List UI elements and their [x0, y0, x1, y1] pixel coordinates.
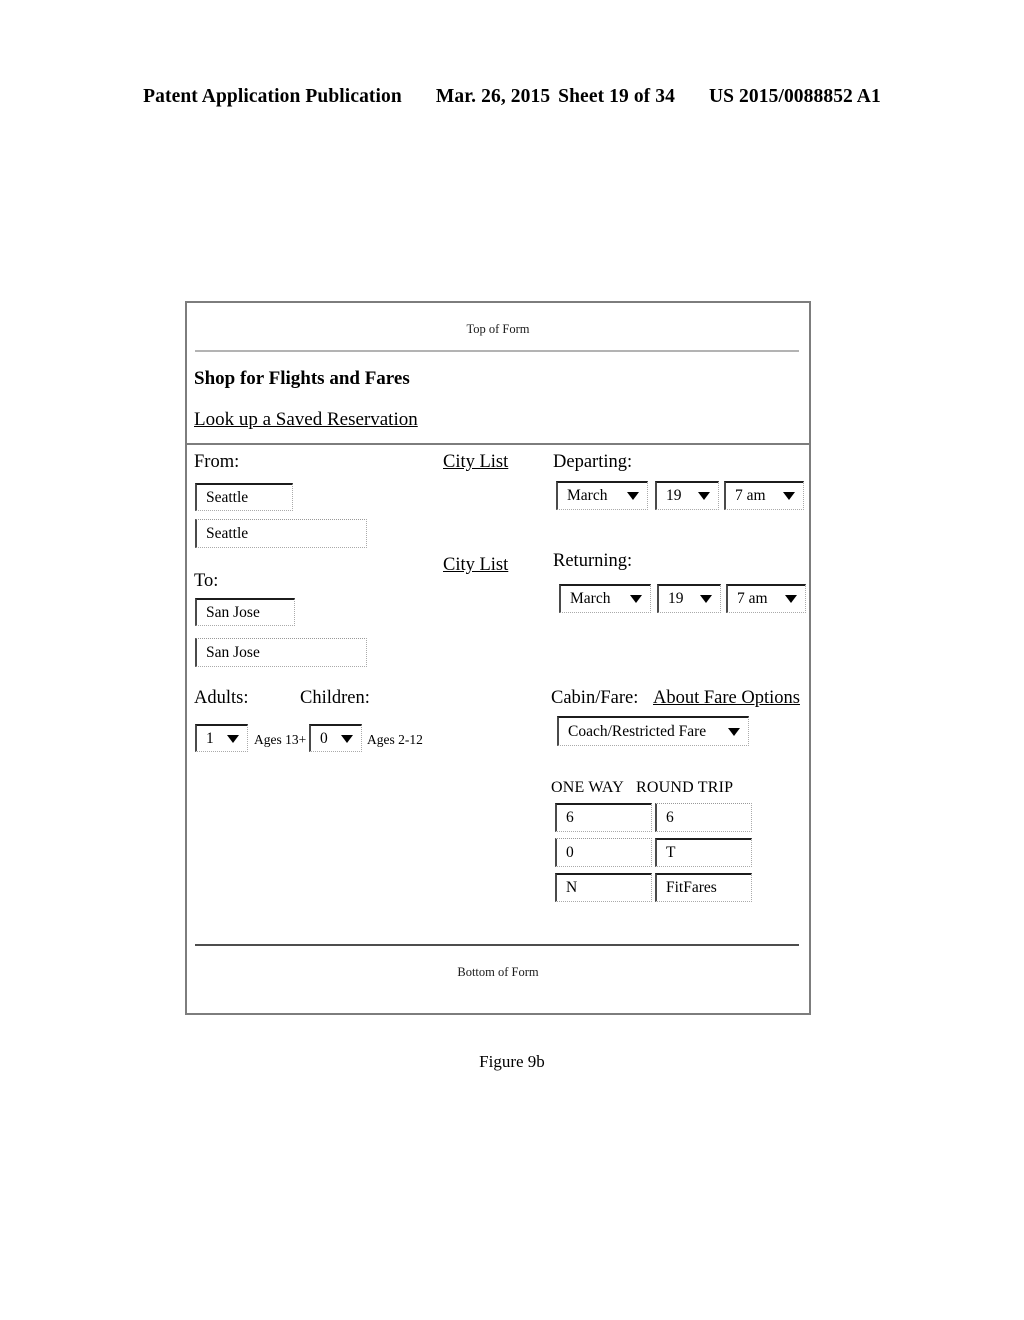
form-header-zone: Top of Form Shop for Flights and Fares L…	[187, 303, 809, 443]
chevron-down-icon	[785, 595, 797, 603]
top-of-form-marker: Top of Form	[466, 322, 530, 336]
adults-age-hint: Ages 13+	[254, 732, 307, 747]
children-label: Children:	[300, 688, 370, 708]
one-way-field-1[interactable]: 6	[555, 803, 652, 832]
origin-city-list-link[interactable]: City List	[443, 452, 508, 473]
round-trip-value-3: FitFares	[666, 879, 717, 896]
one-way-field-2[interactable]: 0	[555, 838, 652, 867]
patent-publication-number: US 2015/0088852 A1	[708, 86, 881, 107]
chevron-down-icon	[630, 595, 642, 603]
to-label: To:	[194, 571, 219, 591]
patent-date: Mar. 26, 2015	[435, 86, 551, 107]
returning-label: Returning:	[553, 551, 633, 571]
from-label: From:	[194, 452, 240, 472]
page-title: Shop for Flights and Fares	[194, 368, 410, 389]
patent-sheet-number: Sheet 19 of 34	[558, 86, 675, 107]
departing-month-select[interactable]: March	[556, 481, 648, 510]
returning-month-value: March	[570, 590, 611, 607]
departing-day-value: 19	[666, 487, 682, 504]
chevron-down-icon	[227, 734, 239, 743]
footer-divider-rule	[195, 944, 799, 946]
chevron-down-icon	[698, 492, 710, 500]
children-count-value: 0	[320, 729, 328, 747]
chevron-down-icon	[728, 727, 740, 736]
one-way-value-3: N	[566, 879, 578, 896]
about-fare-options-link[interactable]: About Fare Options	[653, 688, 800, 709]
adults-count-value: 1	[206, 729, 214, 747]
round-trip-field-1[interactable]: 6	[655, 803, 752, 832]
round-trip-value-2: T	[666, 844, 676, 861]
one-way-value-2: 0	[566, 843, 574, 861]
patent-publication-label: Patent Application Publication	[143, 86, 402, 107]
destination-city-input-value: San Jose	[206, 603, 260, 621]
round-trip-value-1: 6	[666, 808, 674, 826]
origin-city-input-value: Seattle	[206, 488, 249, 506]
origin-city-input[interactable]: Seattle	[195, 483, 293, 511]
departing-time-value: 7 am	[735, 487, 766, 504]
chevron-down-icon	[783, 492, 795, 500]
chevron-down-icon	[627, 492, 639, 500]
round-trip-column-header: ROUND TRIP	[636, 779, 734, 796]
returning-day-select[interactable]: 19	[657, 584, 721, 613]
adults-count-select[interactable]: 1	[195, 724, 248, 752]
cabin-fare-value: Coach/Restricted Fare	[568, 722, 707, 740]
departing-day-select[interactable]: 19	[655, 481, 719, 510]
origin-city-suggestion-value: Seattle	[206, 524, 249, 542]
form-body-zone: From: City List Departing: Seattle Seatt…	[187, 445, 809, 943]
departing-month-value: March	[567, 487, 608, 504]
header-divider-rule	[195, 350, 799, 352]
cabin-fare-label: Cabin/Fare:	[551, 688, 639, 708]
returning-time-select[interactable]: 7 am	[726, 584, 806, 613]
returning-month-select[interactable]: March	[559, 584, 651, 613]
destination-city-input[interactable]: San Jose	[195, 598, 295, 626]
round-trip-field-2[interactable]: T	[655, 838, 752, 867]
chevron-down-icon	[341, 734, 353, 743]
flight-search-form: Top of Form Shop for Flights and Fares L…	[185, 301, 811, 1015]
figure-caption: Figure 9b	[479, 1052, 545, 1071]
destination-city-suggestion[interactable]: San Jose	[195, 638, 367, 667]
origin-city-suggestion[interactable]: Seattle	[195, 519, 367, 548]
one-way-value-1: 6	[566, 809, 574, 826]
destination-city-suggestion-value: San Jose	[206, 643, 260, 661]
one-way-column-header: ONE WAY	[551, 779, 624, 796]
adults-label: Adults:	[194, 688, 249, 708]
departing-label: Departing:	[553, 452, 633, 472]
one-way-field-3[interactable]: N	[555, 873, 652, 902]
returning-time-value: 7 am	[737, 590, 768, 607]
look-up-saved-reservation-link[interactable]: Look up a Saved Reservation	[194, 409, 418, 431]
children-age-hint: Ages 2-12	[367, 732, 423, 747]
chevron-down-icon	[700, 595, 712, 603]
children-count-select[interactable]: 0	[309, 724, 362, 752]
destination-city-list-link[interactable]: City List	[443, 555, 508, 576]
returning-day-value: 19	[668, 590, 684, 607]
round-trip-field-3[interactable]: FitFares	[655, 873, 752, 902]
bottom-of-form-marker: Bottom of Form	[457, 965, 539, 979]
departing-time-select[interactable]: 7 am	[724, 481, 804, 510]
cabin-fare-select[interactable]: Coach/Restricted Fare	[557, 716, 749, 746]
patent-running-header: Patent Application Publication Mar. 26, 2…	[0, 86, 1024, 108]
